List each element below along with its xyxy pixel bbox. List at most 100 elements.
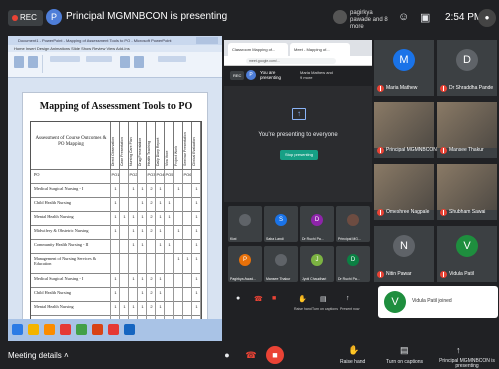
- raise-hand-label: Raise hand: [340, 359, 366, 365]
- mini-avatar: D: [311, 214, 323, 226]
- mini-name: Dr Ruchi Pa...: [338, 277, 360, 281]
- people-icon[interactable]: ☺: [398, 11, 409, 23]
- end-call-button[interactable]: ☎: [242, 346, 260, 364]
- inner-camera-icon[interactable]: ■: [272, 295, 276, 302]
- participant-name: Shubham Sawai: [449, 209, 486, 215]
- mini-avatar: [275, 254, 287, 266]
- meeting-details-button[interactable]: Meeting details ˄: [8, 351, 69, 360]
- speaker-thumbnail: [333, 10, 347, 24]
- inner-hand-icon[interactable]: ✋: [298, 295, 307, 303]
- participant-tile[interactable]: Shubham Sawai: [437, 164, 497, 220]
- mini-name: Mansee Thakur: [266, 277, 291, 281]
- table-header-text: Daily Diary Report: [156, 137, 160, 166]
- captions-icon[interactable]: ▤: [400, 345, 409, 356]
- mini-avatar: J: [311, 254, 323, 266]
- browser-tab-1[interactable]: Classroom Mapping of...: [228, 43, 288, 56]
- participant-avatar: D: [456, 49, 478, 71]
- participant-tile[interactable]: Omeshree Nagpale: [374, 164, 434, 220]
- table-row: Child Health Nursing 1 1 2 1 1: [31, 288, 201, 302]
- table-header-text: Project Work: [174, 146, 178, 166]
- row-label: Mental Health Nursing: [34, 304, 74, 309]
- folder-icon[interactable]: [28, 324, 39, 335]
- muted-mic-icon: [377, 209, 384, 216]
- mini-avatar: [347, 214, 359, 226]
- inner-present-icon[interactable]: ↑: [346, 295, 350, 302]
- inner-end-call-icon[interactable]: ☎: [254, 295, 263, 303]
- presenter-view: Classroom Mapping of... Meet - Mapping o…: [224, 36, 372, 321]
- inner-controls: ● ☎ ■ ✋ Raise hand ▤ Turn on captions ↑ …: [224, 289, 372, 317]
- present-now-icon[interactable]: ↑: [456, 345, 461, 355]
- table-header-cell: Viva Voce: [165, 122, 174, 170]
- participant-name: Maria Mathew: [386, 85, 418, 91]
- participant-tile[interactable]: D Dr Shraddha Pande: [437, 40, 497, 96]
- muted-mic-icon: [377, 147, 384, 154]
- participant-video: [437, 164, 497, 210]
- paste-icon: [14, 56, 24, 68]
- ribbon-divider: [42, 55, 43, 73]
- inner-captions-label: Turn on captions: [312, 307, 338, 311]
- bottom-bar: Meeting details ˄ ● ☎ ■ ✋ Raise hand ▤ T…: [0, 341, 499, 369]
- browser-icon[interactable]: [60, 324, 71, 335]
- excel-icon[interactable]: [76, 324, 87, 335]
- stop-presenting-button[interactable]: Stop presenting: [280, 150, 318, 160]
- mini-participant-tile[interactable]: Mansee Thakur: [264, 246, 298, 282]
- table-header-text: Viva Voce: [165, 150, 169, 166]
- row-label: PO: [34, 172, 40, 177]
- mapping-table: Assessment of Course Outcomes & PO Mappi…: [30, 121, 202, 330]
- chevron-up-icon: ˄: [64, 351, 69, 360]
- ribbon: [8, 52, 222, 78]
- url-text[interactable]: meet.google.com/...: [246, 58, 336, 64]
- muted-mic-icon: [440, 271, 447, 278]
- opera-icon[interactable]: [108, 324, 119, 335]
- powerpoint-icon[interactable]: [92, 324, 103, 335]
- meeting-details-label: Meeting details: [8, 351, 62, 360]
- table-gridline: [110, 170, 111, 325]
- browser-tabs: Classroom Mapping of... Meet - Mapping o…: [224, 40, 372, 56]
- browser-tab-2[interactable]: Meet - Mapping of...: [290, 43, 350, 56]
- chat-icon[interactable]: ▣: [420, 11, 430, 24]
- table-row: Child Health Nursing 1 1 2 1 1 1: [31, 198, 201, 212]
- new-slide-icon: [28, 56, 38, 68]
- self-avatar[interactable]: ●: [478, 9, 496, 27]
- table-header-cell: Drug Presentation: [138, 122, 147, 170]
- speaker-names: pagirkya pawade and 8 more: [350, 10, 388, 30]
- arrange-icon: [134, 56, 144, 68]
- participant-tile[interactable]: Mansee Thakur: [437, 102, 497, 158]
- media-icon[interactable]: [44, 324, 55, 335]
- mini-avatar: P: [239, 254, 251, 266]
- mini-participant-tile[interactable]: D Dr Ruchi Pa...: [336, 246, 370, 282]
- camera-off-button[interactable]: ■: [266, 346, 284, 364]
- mini-participant-tile[interactable]: D Dr Ruchi Pa...: [300, 206, 334, 242]
- participant-tile[interactable]: V Vidula Patil: [437, 226, 497, 282]
- muted-mic-icon: [377, 271, 384, 278]
- inner-raise-hand-label: Raise hand: [294, 307, 312, 311]
- word-icon[interactable]: [124, 324, 135, 335]
- presenting-title: Principal MGMNBCON is presenting: [66, 11, 228, 22]
- start-icon[interactable]: [12, 324, 23, 335]
- inner-mic-icon[interactable]: ●: [236, 295, 240, 302]
- table-row: Mental Health Nursing 1 1 1 1 2 1 1: [31, 302, 201, 316]
- table-gridline: [146, 170, 147, 325]
- mic-button[interactable]: ●: [218, 346, 236, 364]
- table-gridline: [182, 170, 183, 325]
- inner-captions-icon[interactable]: ▤: [320, 295, 327, 303]
- participant-name: Principal MGMNBCON: [386, 147, 437, 153]
- row-label: Midwifery & Obstetric Nursing: [34, 228, 89, 233]
- raise-hand-icon[interactable]: ✋: [348, 345, 359, 356]
- participant-name: Dr Shraddha Pande: [449, 85, 494, 91]
- table-gridline: [200, 170, 201, 325]
- mini-participant-tile[interactable]: Kiwi: [228, 206, 262, 242]
- toast-message: Vidula Patil joined: [412, 298, 452, 304]
- participant-tile[interactable]: Principal MGMNBCON: [374, 102, 437, 158]
- mini-participant-tile[interactable]: Principal MG...: [336, 206, 370, 242]
- participant-tile[interactable]: N Nitin Pawar: [374, 226, 434, 282]
- url-bar[interactable]: meet.google.com/...: [224, 56, 372, 66]
- mini-participant-tile[interactable]: P Pagirkya Awad...: [228, 246, 262, 282]
- table-header-text: Health Teaching: [147, 140, 151, 166]
- row-label: Child Health Nursing: [34, 290, 71, 295]
- presenting-message: You're presenting to everyone: [258, 132, 338, 138]
- mini-participant-tile[interactable]: J Jyoti Chaudhari: [300, 246, 334, 282]
- participant-tile[interactable]: M Maria Mathew: [374, 40, 434, 96]
- mini-participant-tile[interactable]: S Saba Landi: [264, 206, 298, 242]
- row-label: Management of Nursing Services & Educati…: [34, 256, 97, 266]
